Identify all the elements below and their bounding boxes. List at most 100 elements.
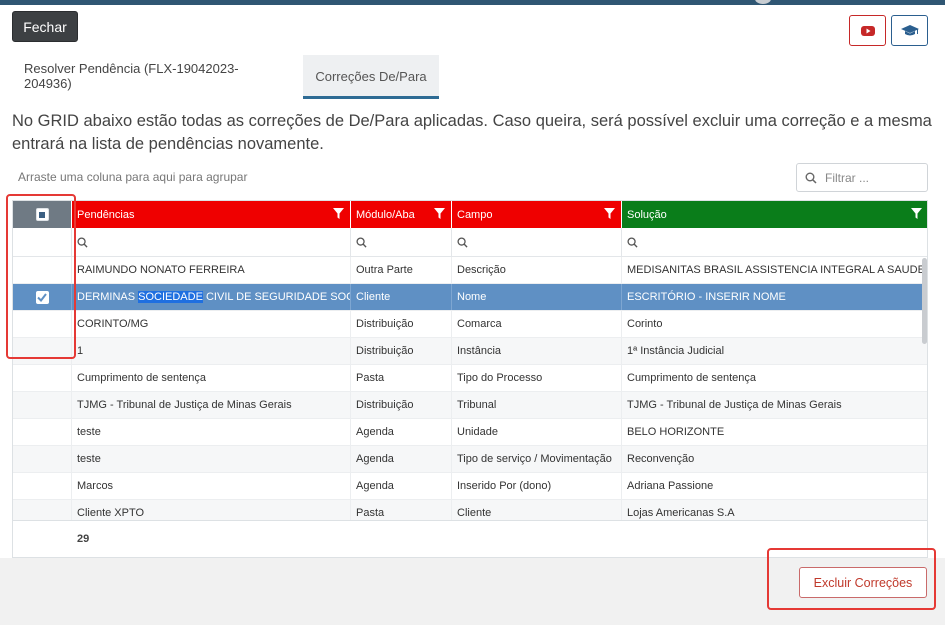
search-icon bbox=[627, 236, 638, 248]
cell-solucao: Reconvenção bbox=[622, 446, 927, 472]
delete-corrections-button[interactable]: Excluir Correções bbox=[799, 567, 927, 598]
table-row[interactable]: CORINTO/MG Distribuição Comarca Corinto bbox=[13, 311, 927, 338]
graduation-cap-icon bbox=[900, 24, 919, 35]
search-icon bbox=[457, 236, 468, 248]
select-all-checkbox[interactable] bbox=[35, 208, 49, 221]
cell-pendencia: teste bbox=[72, 419, 351, 445]
total-count: 29 bbox=[77, 533, 90, 545]
row-select-cell[interactable] bbox=[13, 338, 72, 364]
cell-modulo: Pasta bbox=[351, 365, 452, 391]
cell-modulo: Agenda bbox=[351, 419, 452, 445]
cell-pendencia: RAIMUNDO NONATO FERREIRA bbox=[72, 257, 351, 283]
column-label: Campo bbox=[457, 208, 493, 221]
filter-cell-empty bbox=[13, 228, 72, 256]
row-select-cell[interactable] bbox=[13, 419, 72, 445]
row-select-cell[interactable] bbox=[13, 392, 72, 418]
grid-footer: 29 bbox=[13, 520, 927, 557]
table-row[interactable]: Marcos Agenda Inserido Por (dono) Adrian… bbox=[13, 473, 927, 500]
text-after-highlight: CIVIL DE SEGURIDADE SOCIAL bbox=[205, 291, 350, 303]
cell-campo: Inserido Por (dono) bbox=[452, 473, 622, 499]
cell-pendencia: TJMG - Tribunal de Justiça de Minas Gera… bbox=[72, 392, 351, 418]
table-row[interactable]: teste Agenda Unidade BELO HORIZONTE bbox=[13, 419, 927, 446]
cell-solucao: BELO HORIZONTE bbox=[622, 419, 927, 445]
cell-campo: Unidade bbox=[452, 419, 622, 445]
filter-box[interactable] bbox=[796, 163, 928, 192]
search-icon bbox=[356, 236, 367, 248]
cell-solucao: TJMG - Tribunal de Justiça de Minas Gera… bbox=[622, 392, 927, 418]
youtube-icon bbox=[860, 25, 875, 36]
group-panel-hint[interactable]: Arraste uma coluna para aqui para agrupa… bbox=[18, 170, 247, 184]
table-row[interactable]: 1 Distribuição Instância 1ª Instância Ju… bbox=[13, 338, 927, 365]
column-filter-campo[interactable] bbox=[452, 228, 622, 256]
row-select-cell[interactable] bbox=[13, 284, 72, 310]
column-filter-modulo[interactable] bbox=[351, 228, 452, 256]
cell-solucao: Cumprimento de sentença bbox=[622, 365, 927, 391]
row-select-cell[interactable] bbox=[13, 257, 72, 283]
text-before-highlight: DERMINAS bbox=[77, 291, 139, 303]
row-select-cell[interactable] bbox=[13, 311, 72, 337]
filter-funnel-icon[interactable] bbox=[911, 208, 922, 219]
search-icon bbox=[805, 172, 817, 184]
column-filter-pendencias[interactable] bbox=[72, 228, 351, 256]
filter-funnel-icon[interactable] bbox=[333, 208, 344, 219]
select-all-cell bbox=[13, 201, 72, 228]
cell-solucao: ESCRITÓRIO - INSERIR NOME bbox=[622, 284, 927, 310]
grid-filter-row bbox=[13, 228, 927, 257]
close-button[interactable]: Fechar bbox=[12, 11, 78, 42]
tab-bar: Resolver Pendência (FLX-19042023-204936)… bbox=[12, 55, 928, 100]
column-header-modulo-aba[interactable]: Módulo/Aba bbox=[351, 201, 452, 228]
top-bar-knob bbox=[755, 0, 771, 4]
tab-resolver-pendencia[interactable]: Resolver Pendência (FLX-19042023-204936) bbox=[24, 55, 286, 97]
cell-campo: Comarca bbox=[452, 311, 622, 337]
cell-modulo: Agenda bbox=[351, 446, 452, 472]
row-checkbox[interactable] bbox=[35, 290, 49, 304]
info-text: No GRID abaixo estão todas as correções … bbox=[12, 112, 932, 153]
cell-campo: Nome bbox=[452, 284, 622, 310]
filter-input[interactable] bbox=[823, 169, 923, 186]
cell-modulo: Outra Parte bbox=[351, 257, 452, 283]
check-icon bbox=[37, 292, 47, 302]
column-header-solucao[interactable]: Solução bbox=[622, 201, 927, 228]
youtube-button[interactable] bbox=[849, 15, 886, 46]
top-bar bbox=[0, 0, 945, 5]
cell-pendencia: DERMINAS SOCIEDADE CIVIL DE SEGURIDADE S… bbox=[72, 284, 351, 310]
cell-campo: Tipo do Processo bbox=[452, 365, 622, 391]
column-label: Pendências bbox=[77, 208, 135, 221]
cell-campo: Descrição bbox=[452, 257, 622, 283]
cell-modulo: Agenda bbox=[351, 473, 452, 499]
table-row[interactable]: TJMG - Tribunal de Justiça de Minas Gera… bbox=[13, 392, 927, 419]
cell-pendencia: CORINTO/MG bbox=[72, 311, 351, 337]
table-row[interactable]: Cumprimento de sentença Pasta Tipo do Pr… bbox=[13, 365, 927, 392]
grid-header-row: Pendências Módulo/Aba Campo Solução bbox=[13, 201, 927, 228]
tab-correcoes-de-para[interactable]: Correções De/Para bbox=[303, 55, 439, 97]
column-header-pendencias[interactable]: Pendências bbox=[72, 201, 351, 228]
cell-modulo: Cliente bbox=[351, 284, 452, 310]
text-selection-highlight: SOCIEDADE bbox=[138, 291, 203, 303]
cell-pendencia: 1 bbox=[72, 338, 351, 364]
cell-solucao: MEDISANITAS BRASIL ASSISTENCIA INTEGRAL … bbox=[622, 257, 927, 283]
corrections-grid: Pendências Módulo/Aba Campo Solução RAIM… bbox=[12, 200, 928, 558]
row-select-cell[interactable] bbox=[13, 446, 72, 472]
table-row[interactable]: RAIMUNDO NONATO FERREIRA Outra Parte Des… bbox=[13, 257, 927, 284]
filter-funnel-icon[interactable] bbox=[434, 208, 445, 219]
active-tab-indicator bbox=[303, 96, 439, 99]
cell-pendencia: Marcos bbox=[72, 473, 351, 499]
column-filter-solucao[interactable] bbox=[622, 228, 927, 256]
column-label: Módulo/Aba bbox=[356, 208, 415, 221]
table-row[interactable]: teste Agenda Tipo de serviço / Movimenta… bbox=[13, 446, 927, 473]
cell-campo: Tribunal bbox=[452, 392, 622, 418]
filter-funnel-icon[interactable] bbox=[604, 208, 615, 219]
column-label: Solução bbox=[627, 208, 667, 221]
grid-scrollbar[interactable] bbox=[922, 258, 927, 344]
help-button[interactable] bbox=[891, 15, 928, 46]
table-row-selected[interactable]: DERMINAS SOCIEDADE CIVIL DE SEGURIDADE S… bbox=[13, 284, 927, 311]
cell-modulo: Distribuição bbox=[351, 392, 452, 418]
cell-campo: Tipo de serviço / Movimentação bbox=[452, 446, 622, 472]
cell-solucao: Adriana Passione bbox=[622, 473, 927, 499]
cell-pendencia: teste bbox=[72, 446, 351, 472]
row-select-cell[interactable] bbox=[13, 365, 72, 391]
row-select-cell[interactable] bbox=[13, 473, 72, 499]
cell-solucao: 1ª Instância Judicial bbox=[622, 338, 927, 364]
cell-modulo: Distribuição bbox=[351, 338, 452, 364]
column-header-campo[interactable]: Campo bbox=[452, 201, 622, 228]
